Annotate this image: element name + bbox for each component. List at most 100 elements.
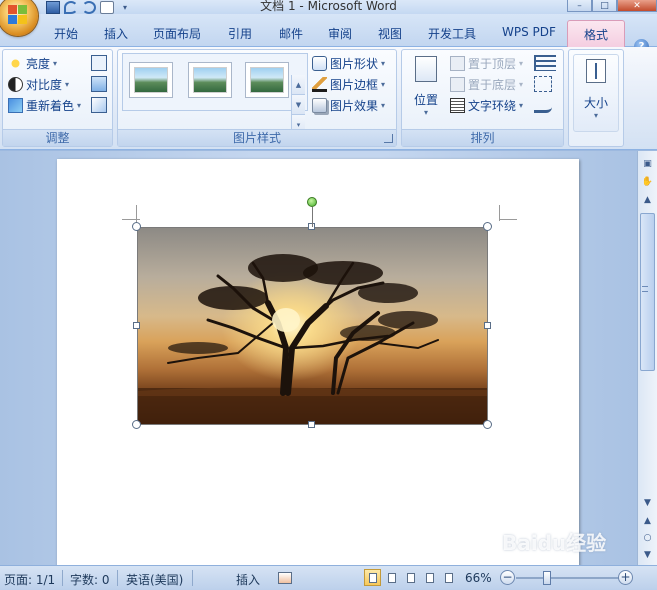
dialog-launcher-icon[interactable] bbox=[384, 134, 393, 143]
dropdown-arrow-icon: ▾ bbox=[65, 80, 70, 89]
close-button[interactable]: ✕ bbox=[617, 0, 657, 12]
tab-home[interactable]: 开始 bbox=[54, 25, 78, 42]
text-wrapping-button[interactable]: 文字环绕 ▾ bbox=[450, 97, 523, 114]
save-icon[interactable] bbox=[46, 0, 60, 14]
resize-handle-bottom-left[interactable] bbox=[132, 420, 141, 429]
tab-format[interactable]: 格式 bbox=[567, 20, 625, 48]
picture-style-gallery bbox=[122, 53, 308, 111]
rotate-handle[interactable] bbox=[307, 197, 317, 207]
position-label: 位置 bbox=[413, 93, 438, 107]
status-bar: 页面: 1/1 字数: 0 英语(美国) 插入 66% − + bbox=[0, 565, 657, 590]
outline-view-icon[interactable] bbox=[421, 569, 438, 586]
brightness-button[interactable]: 亮度 ▾ bbox=[8, 55, 57, 72]
redo-icon[interactable] bbox=[82, 0, 96, 14]
zoom-out-button[interactable]: − bbox=[500, 570, 515, 585]
effects-icon bbox=[312, 98, 327, 113]
window-controls: – □ ✕ bbox=[567, 0, 657, 12]
zoom-slider-thumb[interactable] bbox=[543, 571, 551, 585]
group-arrange: 位置 ▾ 置于顶层 ▾ 置于底层 ▾ 文字环绕 ▾ 排列 bbox=[401, 49, 564, 147]
tab-insert[interactable]: 插入 bbox=[104, 25, 128, 42]
sun-icon bbox=[8, 56, 23, 71]
pan-hand-icon[interactable]: ✋ bbox=[640, 175, 655, 190]
zoom-level[interactable]: 66% bbox=[465, 571, 492, 585]
tab-mailings[interactable]: 邮件 bbox=[279, 25, 303, 42]
resize-handle-bottom-right[interactable] bbox=[483, 420, 492, 429]
tab-references[interactable]: 引用 bbox=[228, 25, 252, 42]
resize-handle-top-left[interactable] bbox=[132, 222, 141, 231]
crop-mark bbox=[122, 219, 140, 220]
tab-page-layout[interactable]: 页面布局 bbox=[153, 25, 201, 42]
picture-style-thumb[interactable] bbox=[129, 62, 173, 98]
scroll-up-button[interactable]: ▲ bbox=[640, 193, 655, 208]
contrast-button[interactable]: 对比度 ▾ bbox=[8, 76, 69, 93]
scroll-thumb[interactable] bbox=[640, 213, 655, 371]
recolor-button[interactable]: 重新着色 ▾ bbox=[8, 97, 81, 114]
selected-picture[interactable] bbox=[132, 222, 492, 429]
scroll-grip-icon bbox=[642, 286, 648, 292]
customize-qat-icon[interactable]: ▾ bbox=[118, 1, 132, 14]
crop-mark bbox=[499, 219, 517, 220]
dropdown-arrow-icon: ▾ bbox=[381, 80, 386, 89]
tab-wps-pdf[interactable]: WPS PDF bbox=[502, 25, 556, 39]
shape-icon bbox=[312, 56, 327, 71]
rotate-icon[interactable] bbox=[534, 97, 552, 113]
group-objects-icon[interactable] bbox=[534, 76, 552, 92]
bring-to-front-label: 置于顶层 bbox=[468, 57, 517, 71]
tab-view[interactable]: 视图 bbox=[378, 25, 402, 42]
tab-review[interactable]: 审阅 bbox=[328, 25, 352, 42]
send-to-back-button[interactable]: 置于底层 ▾ bbox=[450, 76, 523, 93]
insert-mode[interactable]: 插入 bbox=[236, 571, 260, 588]
word-count[interactable]: 字数: 0 bbox=[70, 571, 110, 588]
minimize-button[interactable]: – bbox=[567, 0, 592, 12]
print-layout-view-icon[interactable] bbox=[364, 569, 381, 586]
vertical-scrollbar[interactable]: ▣ ✋ ▲ ▼ ▲ ○ ▼ bbox=[637, 151, 657, 565]
crop-mark bbox=[136, 205, 137, 223]
maximize-button[interactable]: □ bbox=[592, 0, 617, 12]
draft-view-icon[interactable] bbox=[440, 569, 457, 586]
macro-record-icon[interactable] bbox=[278, 572, 292, 584]
resize-handle-right[interactable] bbox=[484, 322, 491, 329]
change-picture-icon[interactable] bbox=[91, 76, 107, 92]
scroll-down-button[interactable]: ▼ bbox=[640, 496, 655, 511]
zoom-in-button[interactable]: + bbox=[618, 570, 633, 585]
compress-pictures-icon[interactable] bbox=[91, 55, 107, 71]
sunset-tree-photo[interactable] bbox=[137, 227, 488, 425]
bring-to-front-button[interactable]: 置于顶层 ▾ bbox=[450, 55, 523, 72]
picture-border-button[interactable]: 图片边框 ▾ bbox=[312, 76, 385, 93]
resize-handle-left[interactable] bbox=[133, 322, 140, 329]
position-button[interactable]: 位置 ▾ bbox=[408, 54, 444, 126]
resize-handle-top-right[interactable] bbox=[483, 222, 492, 231]
gallery-up-icon[interactable]: ▲ bbox=[292, 75, 305, 95]
language-indicator[interactable]: 英语(美国) bbox=[126, 571, 183, 588]
select-browse-object-button[interactable]: ○ bbox=[640, 531, 655, 546]
dropdown-arrow-icon: ▾ bbox=[77, 101, 82, 110]
undo-icon[interactable] bbox=[64, 0, 78, 14]
gallery-down-icon[interactable]: ▼ bbox=[292, 95, 305, 115]
divider bbox=[192, 570, 193, 586]
align-icon[interactable] bbox=[534, 55, 556, 71]
reset-picture-icon[interactable] bbox=[91, 97, 107, 113]
watermark-logo: Baidu经验 bbox=[502, 531, 607, 555]
full-screen-reading-view-icon[interactable] bbox=[383, 569, 400, 586]
previous-page-button[interactable]: ▲ bbox=[640, 514, 655, 529]
size-button[interactable]: 大小 ▾ bbox=[573, 54, 619, 132]
print-preview-icon[interactable] bbox=[100, 0, 114, 14]
tab-developer[interactable]: 开发工具 bbox=[428, 25, 476, 42]
web-layout-view-icon[interactable] bbox=[402, 569, 419, 586]
picture-style-thumb[interactable] bbox=[245, 62, 289, 98]
bring-front-icon bbox=[450, 56, 465, 71]
page-count[interactable]: 页面: 1/1 bbox=[4, 571, 55, 588]
picture-effects-button[interactable]: 图片效果 ▾ bbox=[312, 97, 385, 114]
gallery-scroll[interactable]: ▲ ▼ ▾ bbox=[291, 75, 305, 137]
zoom-slider-track[interactable] bbox=[516, 577, 620, 579]
picture-style-thumb[interactable] bbox=[188, 62, 232, 98]
picture-shape-button[interactable]: 图片形状 ▾ bbox=[312, 55, 385, 72]
resize-handle-bottom[interactable] bbox=[308, 421, 315, 428]
ruler-toggle-icon[interactable]: ▣ bbox=[640, 157, 655, 172]
group-picture-styles: ▲ ▼ ▾ 图片形状 ▾ 图片边框 ▾ 图片效果 ▾ 图片样式 bbox=[117, 49, 397, 147]
next-page-button[interactable]: ▼ bbox=[640, 548, 655, 563]
recolor-label: 重新着色 bbox=[26, 99, 75, 113]
dropdown-arrow-icon: ▾ bbox=[381, 59, 386, 68]
dropdown-arrow-icon: ▾ bbox=[381, 101, 386, 110]
group-size: 大小 ▾ bbox=[568, 49, 624, 147]
